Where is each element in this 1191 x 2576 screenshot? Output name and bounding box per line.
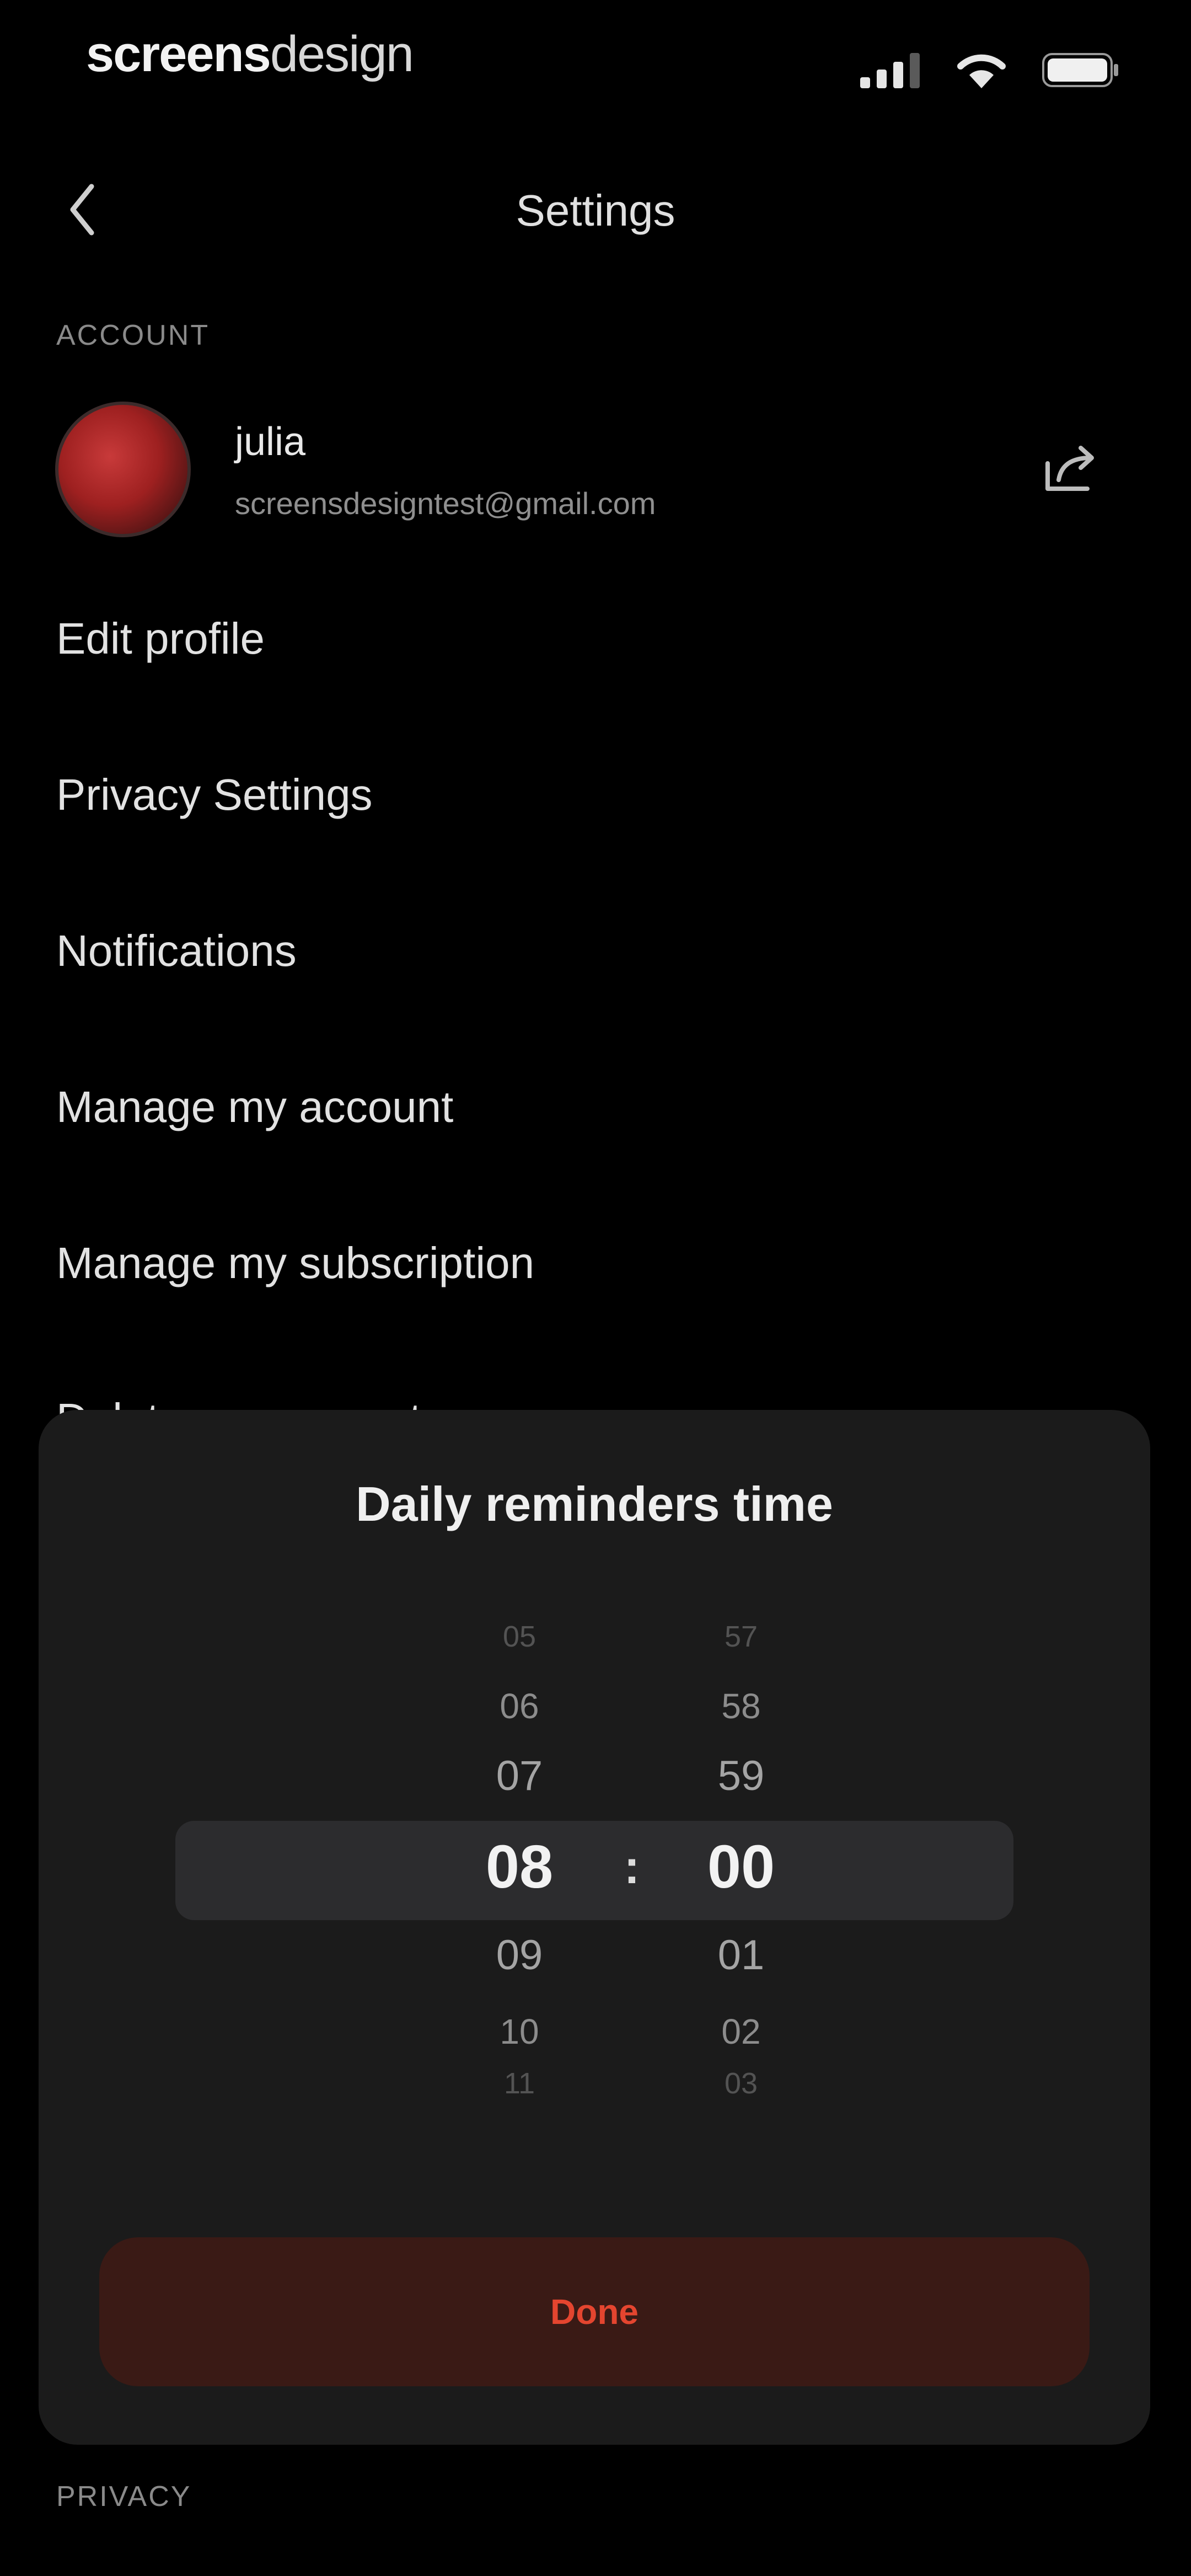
account-name: julia [235, 420, 306, 464]
hour-option[interactable]: 10 [437, 2011, 602, 2052]
page-title: Settings [516, 186, 675, 235]
status-icons [833, 49, 1119, 93]
hour-option[interactable]: 07 [437, 1752, 602, 1800]
selected-minute[interactable]: 00 [658, 1832, 824, 1902]
wifi-icon [957, 54, 1006, 88]
brand-light-text: design [270, 26, 414, 82]
account-row[interactable]: julia screensdesigntest@gmail.com [55, 397, 1136, 541]
menu-item-edit-profile[interactable]: Edit profile [56, 606, 265, 672]
selected-hour[interactable]: 08 [437, 1832, 602, 1902]
menu-item-manage-account[interactable]: Manage my account [56, 1074, 453, 1140]
hour-option[interactable]: 11 [437, 2066, 602, 2101]
reminder-time-sheet: Daily reminders time 05 06 07 08 09 10 1… [39, 1410, 1150, 2445]
nav-header: Settings [0, 165, 1191, 254]
hour-option[interactable]: 05 [437, 1620, 602, 1654]
done-button[interactable]: Done [99, 2237, 1090, 2386]
minute-option[interactable]: 58 [658, 1686, 824, 1727]
brand-bold-text: screens [86, 26, 271, 82]
section-label-privacy: PRIVACY [56, 2481, 192, 2513]
share-icon[interactable] [1037, 436, 1103, 502]
avatar [55, 402, 191, 537]
menu-item-manage-subscription[interactable]: Manage my subscription [56, 1230, 534, 1296]
minute-option[interactable]: 01 [658, 1931, 824, 1979]
menu-item-notifications[interactable]: Notifications [56, 918, 297, 984]
minute-option[interactable]: 59 [658, 1752, 824, 1800]
section-label-account: ACCOUNT [56, 319, 210, 351]
battery-icon [1042, 53, 1118, 87]
time-separator: : [624, 1841, 640, 1894]
status-bar: screensdesign [0, 0, 1191, 121]
menu-item-privacy-settings[interactable]: Privacy Settings [56, 762, 373, 828]
account-email: screensdesigntest@gmail.com [235, 486, 656, 521]
minute-option[interactable]: 02 [658, 2011, 824, 2052]
hour-option[interactable]: 06 [437, 1686, 602, 1727]
brand-logo: screensdesign [86, 25, 414, 83]
cellular-signal-icon [860, 53, 920, 88]
minute-option[interactable]: 03 [658, 2066, 824, 2101]
hour-option[interactable]: 09 [437, 1931, 602, 1979]
minute-option[interactable]: 57 [658, 1620, 824, 1654]
